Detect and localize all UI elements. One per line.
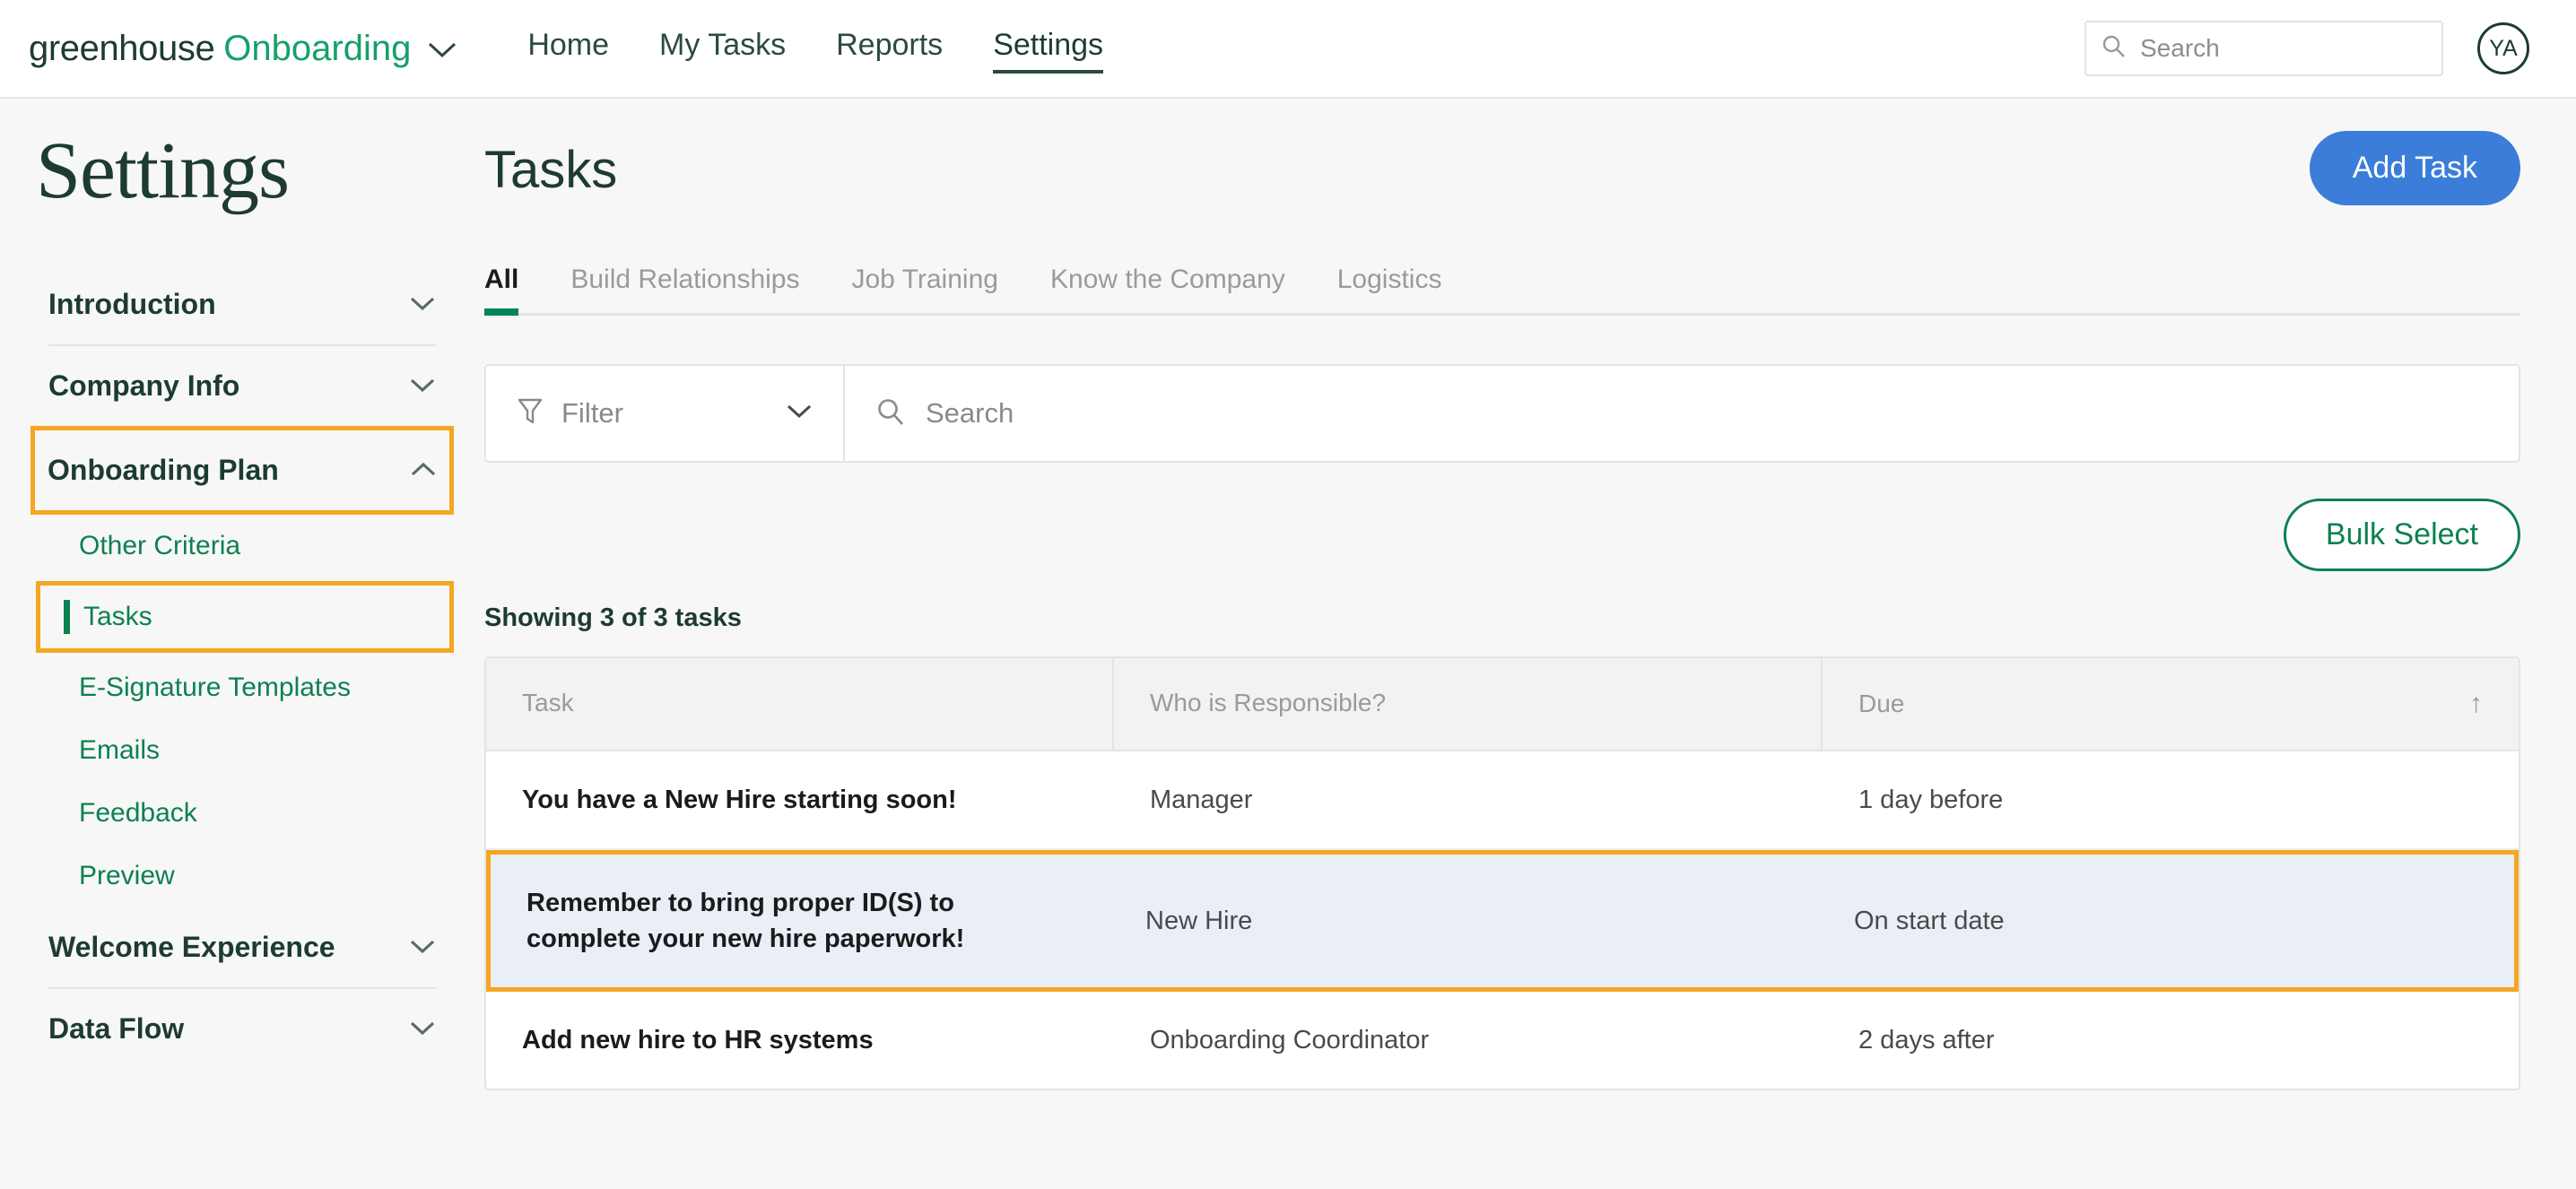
task-search-input[interactable]	[926, 397, 2488, 430]
sort-ascending-icon[interactable]: ↑	[2469, 689, 2483, 719]
bulk-select-row: Bulk Select	[484, 499, 2520, 571]
search-icon	[2101, 33, 2128, 65]
sidebar-item-label: Introduction	[48, 287, 216, 320]
add-task-button[interactable]: Add Task	[2309, 131, 2520, 205]
nav-link-home[interactable]: Home	[527, 28, 609, 70]
tasks-table: Task Who is Responsible? Due ↑ You have …	[484, 656, 2520, 1091]
sidebar-item-label: Company Info	[48, 369, 240, 402]
sidebar-item-label: Welcome Experience	[48, 930, 335, 963]
chevron-down-icon[interactable]	[409, 378, 436, 394]
tab-build-relationships[interactable]: Build Relationships	[570, 265, 799, 313]
sidebar-item-welcome-experience[interactable]: Welcome Experience	[36, 907, 448, 987]
sidebar-section-onboarding-plan: Onboarding Plan	[0, 425, 484, 515]
tab-job-training[interactable]: Job Training	[852, 265, 998, 313]
sidebar-item-preview[interactable]: Preview	[36, 845, 448, 907]
sidebar-subitem-label: Other Criteria	[79, 530, 241, 560]
sidebar-item-company-info[interactable]: Company Info	[36, 346, 448, 426]
sidebar-subitem-label: Preview	[79, 860, 175, 890]
column-header-due-label: Due	[1858, 690, 1905, 717]
brand-logo[interactable]: greenhouse Onboarding	[29, 29, 457, 69]
brand-primary-text: greenhouse	[29, 28, 215, 68]
cell-task: You have a New Hire starting soon!	[522, 785, 957, 814]
chevron-up-icon[interactable]	[410, 462, 437, 478]
task-category-tabs: All Build Relationships Job Training Kno…	[484, 265, 2520, 316]
nav-link-my-tasks[interactable]: My Tasks	[659, 28, 786, 70]
sidebar-item-other-criteria[interactable]: Other Criteria	[36, 515, 448, 577]
sidebar-item-e-signature-templates[interactable]: E-Signature Templates	[36, 656, 448, 719]
sidebar-subitem-label: Emails	[79, 734, 161, 765]
filter-label: Filter	[561, 397, 623, 429]
sidebar-item-introduction[interactable]: Introduction	[36, 265, 448, 344]
search-icon	[875, 396, 906, 431]
column-header-task[interactable]: Task	[486, 658, 1114, 750]
cell-due: 2 days after	[1858, 1025, 1995, 1054]
settings-sidebar: Settings Introduction Company Info Onboa…	[0, 99, 484, 1189]
table-row[interactable]: Add new hire to HR systems Onboarding Co…	[486, 992, 2519, 1089]
brand-secondary-text: Onboarding	[223, 28, 412, 68]
column-header-responsible[interactable]: Who is Responsible?	[1114, 658, 1823, 750]
avatar[interactable]: YA	[2477, 22, 2529, 74]
filter-search-toolbar: Filter	[484, 364, 2520, 463]
sidebar-subitems-onboarding-plan: Other Criteria Tasks E-Signature Templat…	[0, 515, 484, 907]
cell-due: On start date	[1854, 906, 2005, 935]
sidebar-subitem-label: Feedback	[79, 797, 197, 828]
sidebar-item-label: Data Flow	[48, 1011, 185, 1045]
nav-right-group: YA	[2084, 21, 2529, 76]
sidebar-item-onboarding-plan[interactable]: Onboarding Plan	[30, 425, 454, 515]
page-title: Settings	[36, 126, 290, 215]
sidebar-section-data-flow: Data Flow	[0, 989, 484, 1069]
tab-logistics[interactable]: Logistics	[1337, 265, 1442, 313]
main-header: Tasks Add Task	[484, 131, 2520, 205]
nav-link-reports[interactable]: Reports	[836, 28, 943, 70]
chevron-down-icon[interactable]	[427, 40, 457, 65]
bulk-select-button[interactable]: Bulk Select	[2283, 499, 2520, 571]
results-count-label: Showing 3 of 3 tasks	[484, 603, 742, 632]
cell-task: Add new hire to HR systems	[522, 1026, 874, 1055]
sidebar-item-label: Onboarding Plan	[48, 453, 279, 486]
cell-responsible: Onboarding Coordinator	[1150, 1025, 1430, 1054]
column-header-due[interactable]: Due ↑	[1823, 658, 2519, 750]
cell-responsible: Manager	[1150, 785, 1253, 814]
table-row[interactable]: You have a New Hire starting soon! Manag…	[486, 751, 2519, 851]
main-content: Tasks Add Task All Build Relationships J…	[484, 99, 2576, 1189]
top-navigation-bar: greenhouse Onboarding Home My Tasks Repo…	[0, 0, 2576, 99]
primary-nav-links: Home My Tasks Reports Settings	[527, 28, 1103, 74]
sidebar-subitem-label: Tasks	[83, 601, 152, 631]
sidebar-item-tasks[interactable]: Tasks	[36, 580, 454, 653]
cell-responsible: New Hire	[1145, 906, 1253, 935]
tab-know-the-company[interactable]: Know the Company	[1050, 265, 1285, 313]
global-search-box[interactable]	[2084, 21, 2443, 76]
sidebar-section-introduction: Introduction	[0, 265, 484, 344]
sidebar-item-emails[interactable]: Emails	[36, 719, 448, 782]
chevron-down-icon[interactable]	[409, 296, 436, 312]
global-search-input[interactable]	[2140, 34, 2427, 63]
sidebar-item-feedback[interactable]: Feedback	[36, 782, 448, 845]
sidebar-section-welcome-experience: Welcome Experience	[0, 907, 484, 987]
sidebar-section-company-info: Company Info	[0, 346, 484, 426]
active-indicator-bar	[64, 599, 70, 634]
cell-task: Remember to bring proper ID(S) to comple…	[527, 889, 965, 954]
chevron-down-icon[interactable]	[786, 404, 813, 424]
cell-due: 1 day before	[1858, 785, 2004, 814]
sidebar-subitem-label: E-Signature Templates	[79, 672, 351, 702]
chevron-down-icon[interactable]	[409, 1020, 436, 1037]
sidebar-item-data-flow[interactable]: Data Flow	[36, 989, 448, 1069]
table-header-row: Task Who is Responsible? Due ↑	[486, 658, 2519, 751]
main-title: Tasks	[484, 141, 618, 199]
table-row[interactable]: Remember to bring proper ID(S) to comple…	[486, 850, 2519, 993]
funnel-icon	[517, 396, 544, 431]
task-search-box[interactable]	[845, 366, 2519, 461]
chevron-down-icon[interactable]	[409, 939, 436, 955]
nav-link-settings[interactable]: Settings	[993, 28, 1103, 74]
tab-all[interactable]: All	[484, 265, 519, 316]
filter-dropdown[interactable]: Filter	[486, 366, 845, 461]
page-body: Settings Introduction Company Info Onboa…	[0, 99, 2576, 1189]
